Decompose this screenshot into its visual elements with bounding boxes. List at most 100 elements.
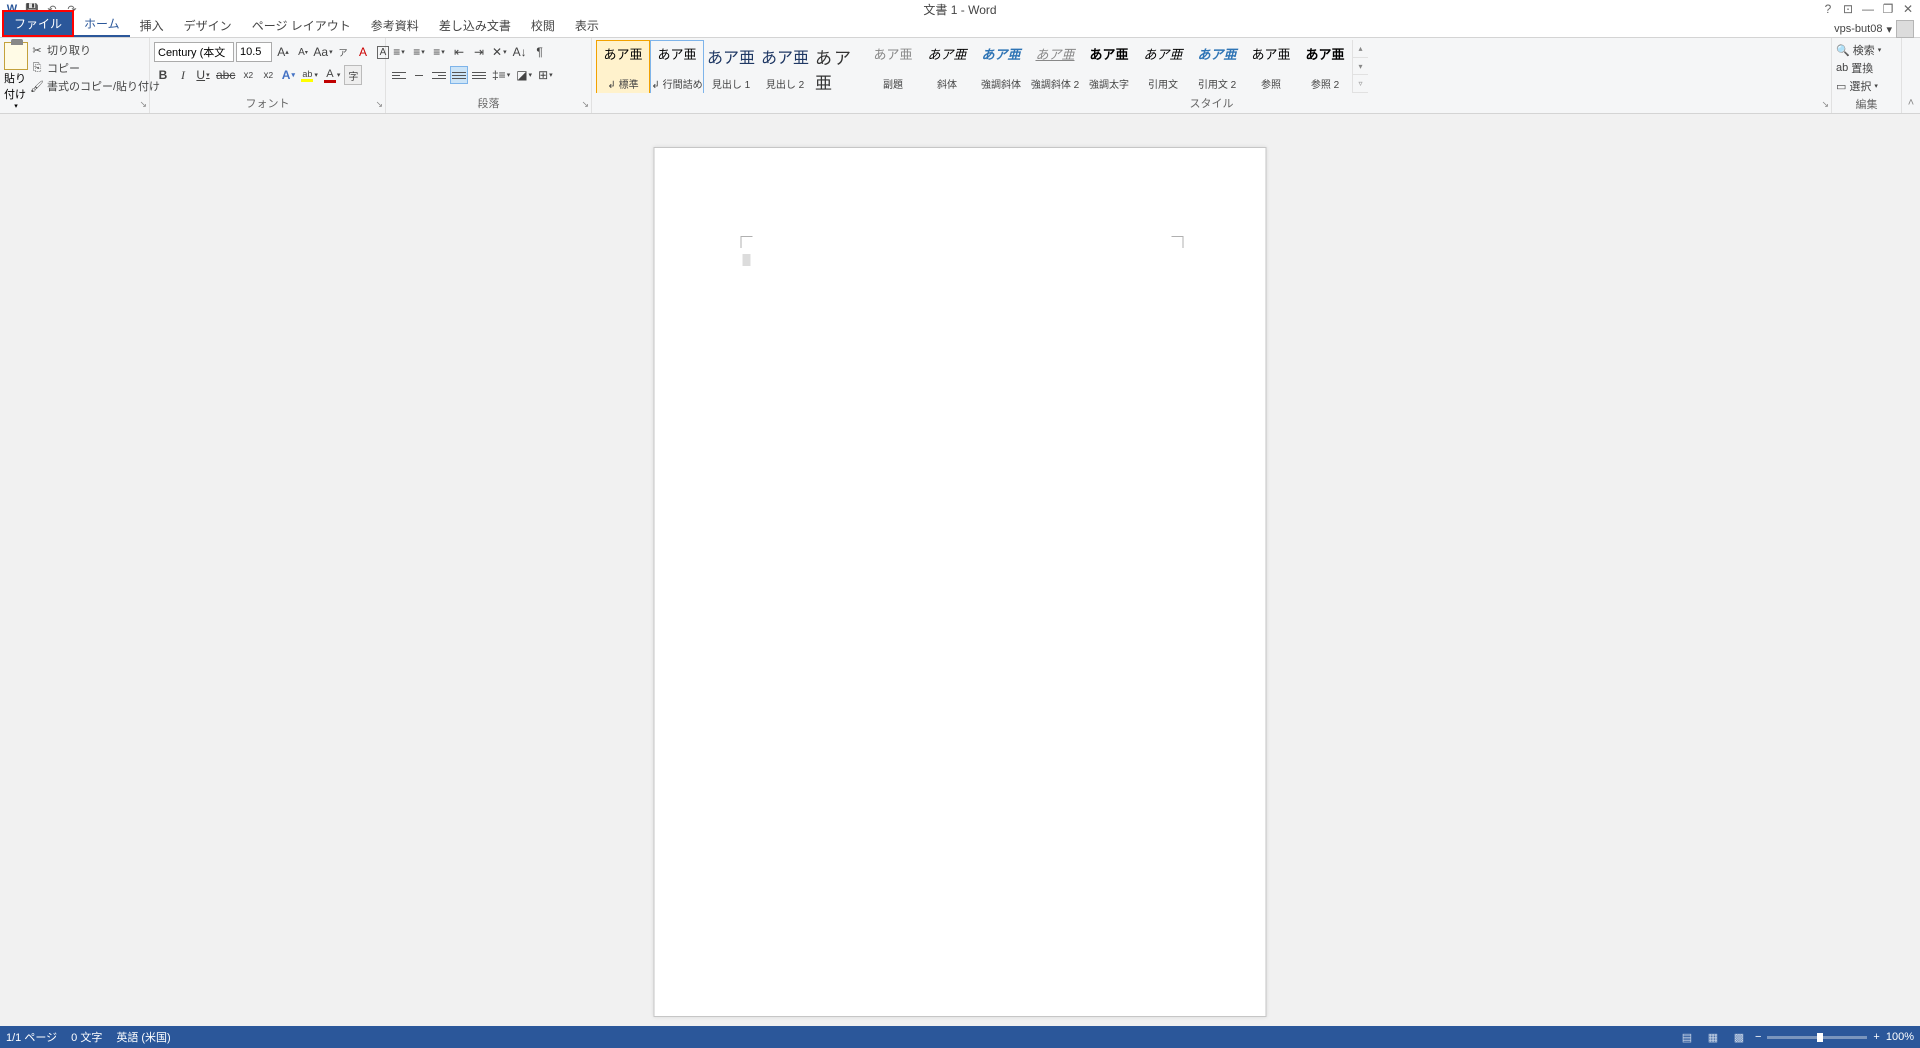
zoom-level[interactable]: 100% [1886,1031,1914,1043]
font-size-input[interactable] [236,42,272,62]
increase-indent-button[interactable]: ⇥ [470,42,488,62]
align-justify-button[interactable] [450,66,468,84]
style-name: ↲ 標準 [607,76,638,91]
style-item-6[interactable]: あア亜斜体 [920,40,974,93]
sort-button[interactable]: A↓ [511,42,529,62]
tab-references[interactable]: 参考資料 [361,14,429,37]
style-preview: あア亜 [1197,44,1236,63]
change-case-button[interactable]: Aa [314,42,332,62]
zoom-in-button[interactable]: + [1873,1031,1879,1043]
style-item-0[interactable]: あア亜↲ 標準 [596,40,650,93]
style-item-11[interactable]: あア亜引用文 2 [1190,40,1244,93]
strikethrough-button[interactable]: abc [214,65,237,85]
status-words[interactable]: 0 文字 [71,1029,102,1045]
numbering-button[interactable]: ≡ [410,42,428,62]
underline-button[interactable]: U [194,65,212,85]
char-shading-button[interactable]: 字 [344,65,362,85]
style-item-3[interactable]: あア亜見出し 2 [758,40,812,93]
document-area[interactable] [0,114,1920,1026]
text-effects-button[interactable]: A [279,65,297,85]
tab-file[interactable]: ファイル [2,10,74,37]
tab-home[interactable]: ホーム [74,12,130,37]
phonetic-guide-button[interactable]: ア [334,42,352,62]
user-name[interactable]: vps-but08 [1834,23,1882,35]
borders-button[interactable]: ⊞ [536,65,555,85]
line-spacing-button[interactable]: ‡≡ [490,65,512,85]
maximize-icon[interactable]: ❐ [1880,1,1896,17]
paste-label: 貼り付け [4,70,28,102]
distributed-button[interactable] [470,66,488,84]
font-color-button[interactable]: A [322,65,343,85]
web-layout-icon[interactable]: ▩ [1729,1029,1749,1045]
style-item-13[interactable]: あア亜参照 2 [1298,40,1352,93]
decrease-indent-button[interactable]: ⇤ [450,42,468,62]
tab-review[interactable]: 校閲 [521,14,565,37]
style-item-8[interactable]: あア亜強調斜体 2 [1028,40,1082,93]
styles-scroll-down-icon[interactable]: ▾ [1353,58,1368,76]
tab-insert[interactable]: 挿入 [130,14,174,37]
close-icon[interactable]: ✕ [1900,1,1916,17]
collapse-ribbon-icon[interactable]: ˄ [1902,38,1920,113]
tab-mailings[interactable]: 差し込み文書 [429,14,521,37]
paragraph-launcher-icon[interactable]: ↘ [581,99,589,110]
clear-formatting-button[interactable]: A [354,42,372,62]
status-language[interactable]: 英語 (米国) [116,1029,170,1045]
styles-more-icon[interactable]: ▿ [1353,75,1368,93]
style-item-7[interactable]: あア亜強調斜体 [974,40,1028,93]
minimize-icon[interactable]: — [1860,1,1876,17]
multilevel-list-button[interactable]: ≡ [430,42,448,62]
style-item-1[interactable]: あア亜↲ 行間詰め [650,40,704,93]
print-layout-icon[interactable]: ▦ [1703,1029,1723,1045]
user-avatar-icon[interactable] [1896,20,1914,38]
ribbon-display-icon[interactable]: ⊡ [1840,1,1856,17]
style-name: 斜体 [937,76,957,91]
style-preview: あア亜 [873,44,912,63]
style-item-10[interactable]: あア亜引用文 [1136,40,1190,93]
font-launcher-icon[interactable]: ↘ [375,99,383,110]
replace-button[interactable]: ab置換 [1836,60,1897,76]
help-icon[interactable]: ? [1820,1,1836,17]
subscript-button[interactable]: x2 [239,65,257,85]
replace-icon: ab [1836,62,1848,74]
tab-design[interactable]: デザイン [174,14,242,37]
copy-icon: ⎘ [30,61,44,75]
shrink-font-button[interactable]: A▾ [294,42,312,62]
italic-button[interactable]: I [174,65,192,85]
asian-layout-button[interactable]: ✕ [490,42,509,62]
style-item-4[interactable]: あア亜表題 [812,40,866,93]
style-name: 強調太字 [1089,76,1129,91]
copy-button[interactable]: ⎘コピー [30,60,160,76]
style-item-5[interactable]: あア亜副題 [866,40,920,93]
tab-pagelayout[interactable]: ページ レイアウト [242,14,361,37]
align-right-button[interactable] [430,66,448,84]
find-button[interactable]: 🔍検索▾ [1836,42,1897,58]
zoom-slider[interactable] [1767,1036,1867,1039]
style-name: 見出し 2 [766,76,804,91]
style-item-2[interactable]: あア亜見出し 1 [704,40,758,93]
cut-button[interactable]: ✂切り取り [30,42,160,58]
styles-launcher-icon[interactable]: ↘ [1821,99,1829,110]
zoom-out-button[interactable]: − [1755,1031,1761,1043]
font-name-input[interactable] [154,42,234,62]
read-mode-icon[interactable]: ▤ [1677,1029,1697,1045]
style-item-9[interactable]: あア亜強調太字 [1082,40,1136,93]
align-left-button[interactable] [390,66,408,84]
format-painter-button[interactable]: 🖌書式のコピー/貼り付け [30,78,160,94]
align-center-button[interactable] [410,66,428,84]
tab-view[interactable]: 表示 [565,14,609,37]
show-marks-button[interactable]: ¶ [531,42,549,62]
paste-button[interactable]: 貼り付け ▾ [4,40,28,110]
grow-font-button[interactable]: A▴ [274,42,292,62]
bullets-button[interactable]: ≡ [390,42,408,62]
superscript-button[interactable]: x2 [259,65,277,85]
bold-button[interactable]: B [154,65,172,85]
clipboard-launcher-icon[interactable]: ↘ [139,99,147,110]
styles-scroll-up-icon[interactable]: ▴ [1353,40,1368,58]
style-preview: あア亜 [1089,44,1128,63]
status-page[interactable]: 1/1 ページ [6,1029,57,1045]
style-item-12[interactable]: あア亜参照 [1244,40,1298,93]
document-page[interactable] [654,147,1267,1017]
shading-button[interactable]: ◪ [514,65,534,85]
select-button[interactable]: ▭選択▾ [1836,78,1897,94]
highlight-button[interactable]: ab [299,65,320,85]
